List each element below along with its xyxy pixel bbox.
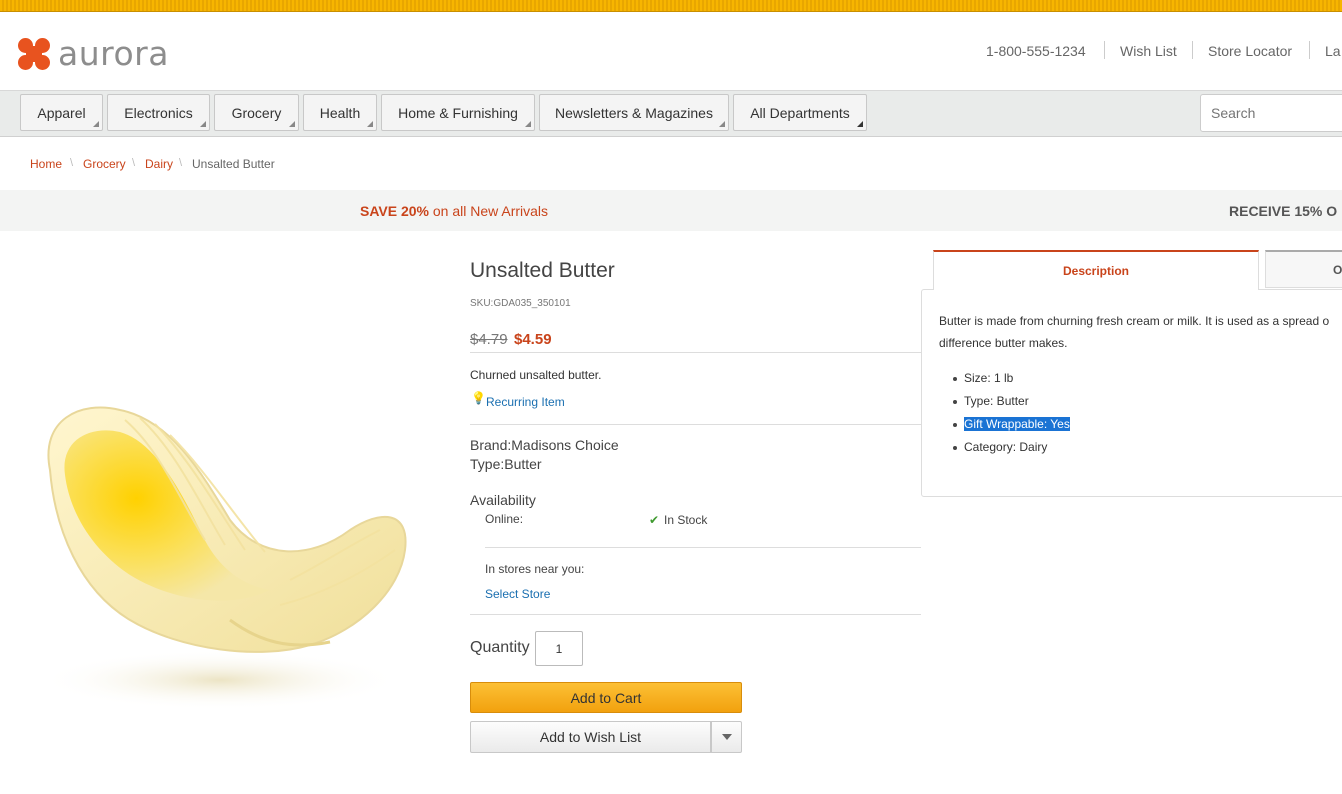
- bullet: [953, 377, 957, 381]
- online-label: Online:: [485, 512, 524, 526]
- logo-mark-icon: [18, 37, 50, 70]
- phone-number: 1-800-555-1234: [986, 43, 1086, 59]
- dept-electronics[interactable]: Electronics: [107, 94, 210, 131]
- logo[interactable]: aurora: [18, 34, 169, 73]
- product-image: [40, 406, 407, 710]
- divider: [470, 424, 921, 425]
- promo-receive[interactable]: RECEIVE 15% O: [1229, 203, 1337, 219]
- spec-item: Category: Dairy: [964, 440, 1048, 454]
- add-to-cart-button[interactable]: Add to Cart: [470, 682, 742, 713]
- dept-newsletters-magazines[interactable]: Newsletters & Magazines: [539, 94, 729, 131]
- spec-item-selected: Gift Wrappable: Yes: [964, 417, 1070, 431]
- divider: [1104, 41, 1105, 59]
- promo-text: on all New Arrivals: [429, 203, 549, 219]
- divider: [485, 547, 921, 548]
- corner-arrow-icon: [525, 121, 531, 127]
- breadcrumb-current: Unsalted Butter: [192, 157, 275, 171]
- divider: [1309, 41, 1310, 59]
- bullet: [953, 446, 957, 450]
- bullet: [953, 423, 957, 427]
- top-stripe: [0, 0, 1342, 12]
- corner-arrow-icon: [93, 121, 99, 127]
- dept-label: Electronics: [124, 104, 193, 121]
- add-to-wish-list-button[interactable]: Add to Wish List: [470, 721, 711, 753]
- wish-list-dropdown-button[interactable]: [711, 721, 742, 753]
- divider: [470, 614, 921, 615]
- breadcrumb-separator: \: [179, 157, 183, 169]
- original-price: $4.79: [470, 331, 508, 348]
- spec-item: Size: 1 lb: [964, 371, 1014, 385]
- breadcrumb-dairy[interactable]: Dairy: [145, 157, 173, 171]
- corner-arrow-icon: [857, 121, 863, 127]
- corner-arrow-icon: [367, 121, 373, 127]
- breadcrumb-separator: \: [132, 157, 136, 169]
- dept-label: Home & Furnishing: [398, 104, 518, 121]
- product-title: Unsalted Butter: [470, 259, 615, 282]
- recurring-item-link[interactable]: Recurring Item: [486, 395, 565, 409]
- description-text: difference butter makes.: [939, 336, 1068, 350]
- lightbulb-icon: 💡: [471, 391, 486, 405]
- bullet: [953, 400, 957, 404]
- dept-label: Newsletters & Magazines: [555, 104, 713, 121]
- store-locator-link[interactable]: Store Locator: [1208, 43, 1292, 59]
- search-input[interactable]: [1200, 94, 1342, 132]
- breadcrumb-separator: \: [70, 157, 74, 169]
- promo-new-arrivals[interactable]: SAVE 20% on all New Arrivals: [360, 203, 548, 219]
- stores-label: In stores near you:: [485, 562, 585, 576]
- corner-arrow-icon: [289, 121, 295, 127]
- dept-label: All Departments: [750, 104, 850, 121]
- dept-health[interactable]: Health: [303, 94, 377, 131]
- dept-apparel[interactable]: Apparel: [20, 94, 103, 131]
- divider: [470, 352, 921, 353]
- spec-item: Type: Butter: [964, 394, 1029, 408]
- divider: [1192, 41, 1193, 59]
- short-description: Churned unsalted butter.: [470, 368, 602, 382]
- tab-description[interactable]: Description: [933, 250, 1259, 290]
- sale-price: $4.59: [514, 331, 552, 348]
- description-text: Butter is made from churning fresh cream…: [939, 314, 1330, 328]
- dept-label: Health: [319, 104, 361, 121]
- product-brand: Brand:Madisons Choice: [470, 437, 619, 453]
- wish-list-link[interactable]: Wish List: [1120, 43, 1177, 59]
- corner-arrow-icon: [200, 121, 206, 127]
- stock-status: In Stock: [664, 513, 708, 527]
- checkmark-icon: ✔: [649, 513, 660, 527]
- product-type: Type:Butter: [470, 456, 542, 472]
- availability-heading: Availability: [470, 492, 536, 508]
- dept-all-departments[interactable]: All Departments: [733, 94, 867, 131]
- corner-arrow-icon: [719, 121, 725, 127]
- quantity-label: Quantity: [470, 639, 530, 656]
- breadcrumb-home[interactable]: Home: [30, 157, 62, 171]
- product-sku: SKU:GDA035_350101: [470, 298, 571, 309]
- promo-discount: SAVE 20%: [360, 203, 429, 219]
- chevron-down-icon: [721, 734, 732, 740]
- tab-other[interactable]: O: [1265, 250, 1342, 288]
- quantity-input[interactable]: [535, 631, 583, 666]
- dept-label: Apparel: [37, 104, 86, 121]
- dept-label: Grocery: [231, 104, 282, 121]
- dept-home-furnishing[interactable]: Home & Furnishing: [381, 94, 535, 131]
- breadcrumb-grocery[interactable]: Grocery: [83, 157, 126, 171]
- select-store-link[interactable]: Select Store: [485, 587, 550, 601]
- brand-name: aurora: [58, 34, 169, 73]
- promo-banner: SAVE 20% on all New Arrivals RECEIVE 15%…: [0, 190, 1342, 231]
- dept-grocery[interactable]: Grocery: [214, 94, 299, 131]
- language-link[interactable]: La: [1325, 43, 1341, 59]
- department-nav: Apparel Electronics Grocery Health Home …: [0, 90, 1342, 137]
